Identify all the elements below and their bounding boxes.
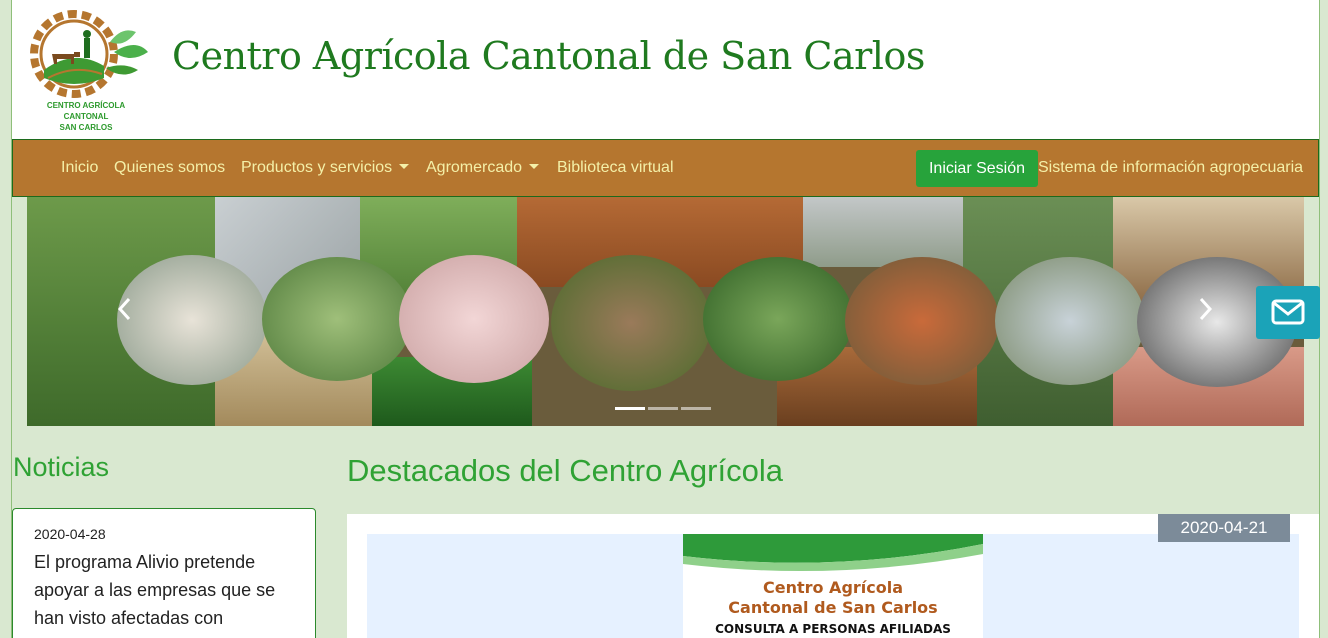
carousel-indicator[interactable] bbox=[648, 407, 678, 410]
highlights-heading: Destacados del Centro Agrícola bbox=[347, 453, 783, 488]
carousel-photo-circle bbox=[262, 257, 412, 381]
banner-swoosh-graphic bbox=[683, 534, 983, 572]
nav-item-sistema-informacion[interactable]: Sistema de información agropecuaria bbox=[1038, 159, 1303, 177]
carousel-photo-tile bbox=[803, 197, 963, 267]
site-logo[interactable]: CENTRO AGRÍCOLA CANTONAL SAN CARLOS bbox=[26, 8, 154, 132]
logo-caption: CENTRO AGRÍCOLA CANTONAL SAN CARLOS bbox=[26, 100, 146, 133]
logo-emblem-icon bbox=[30, 10, 148, 98]
news-card[interactable]: 2020-04-28 El programa Alivio pretende a… bbox=[12, 508, 316, 638]
highlight-image[interactable]: Centro Agrícola Cantonal de San Carlos C… bbox=[683, 534, 983, 638]
highlight-card[interactable]: Centro Agrícola Cantonal de San Carlos C… bbox=[347, 514, 1319, 638]
news-text[interactable]: El programa Alivio pretende apoyar a las… bbox=[34, 548, 294, 632]
logo-caption-line2: SAN CARLOS bbox=[59, 123, 113, 132]
envelope-icon bbox=[1271, 299, 1305, 325]
highlight-image-line2: Cantonal de San Carlos bbox=[728, 598, 938, 617]
nav-item-productos-servicios[interactable]: Productos y servicios bbox=[241, 159, 410, 177]
main-navbar: Inicio Quienes somos Productos y servici… bbox=[12, 139, 1319, 197]
carousel-indicator[interactable] bbox=[681, 407, 711, 410]
chevron-down-icon bbox=[399, 164, 410, 169]
nav-item-agromercado[interactable]: Agromercado bbox=[426, 159, 540, 177]
carousel-photo-circle bbox=[995, 257, 1145, 385]
hero-carousel[interactable] bbox=[27, 197, 1304, 426]
site-title: Centro Agrícola Cantonal de San Carlos bbox=[172, 34, 925, 78]
carousel-photo-circle bbox=[399, 255, 549, 383]
highlight-date-badge: 2020-04-21 bbox=[1158, 514, 1290, 542]
nav-item-productos-servicios-label: Productos y servicios bbox=[241, 159, 393, 176]
highlight-image-line1: Centro Agrícola bbox=[762, 578, 904, 597]
carousel-photo-circle bbox=[703, 257, 853, 381]
carousel-indicators bbox=[615, 397, 714, 415]
carousel-photo-circle bbox=[845, 257, 999, 385]
nav-item-agromercado-label: Agromercado bbox=[426, 159, 523, 176]
carousel-prev-icon[interactable] bbox=[117, 297, 131, 321]
nav-item-quienes-somos[interactable]: Quienes somos bbox=[114, 159, 225, 177]
carousel-next-icon[interactable] bbox=[1199, 297, 1213, 321]
logo-caption-line1: CENTRO AGRÍCOLA CANTONAL bbox=[46, 101, 126, 121]
contact-button[interactable] bbox=[1256, 286, 1320, 339]
nav-item-inicio[interactable]: Inicio bbox=[61, 159, 98, 177]
carousel-photo-circle bbox=[117, 255, 267, 385]
highlight-image-line3: CONSULTA A PERSONAS AFILIADAS bbox=[715, 622, 951, 636]
nav-item-biblioteca-virtual[interactable]: Biblioteca virtual bbox=[557, 159, 674, 177]
chevron-down-icon bbox=[529, 164, 540, 169]
carousel-photo-circle bbox=[551, 255, 711, 391]
news-date: 2020-04-28 bbox=[34, 526, 106, 542]
news-heading: Noticias bbox=[13, 452, 110, 482]
carousel-indicator[interactable] bbox=[615, 407, 645, 410]
login-button[interactable]: Iniciar Sesión bbox=[916, 150, 1038, 187]
site-header: CENTRO AGRÍCOLA CANTONAL SAN CARLOS Cent… bbox=[12, 0, 1319, 139]
